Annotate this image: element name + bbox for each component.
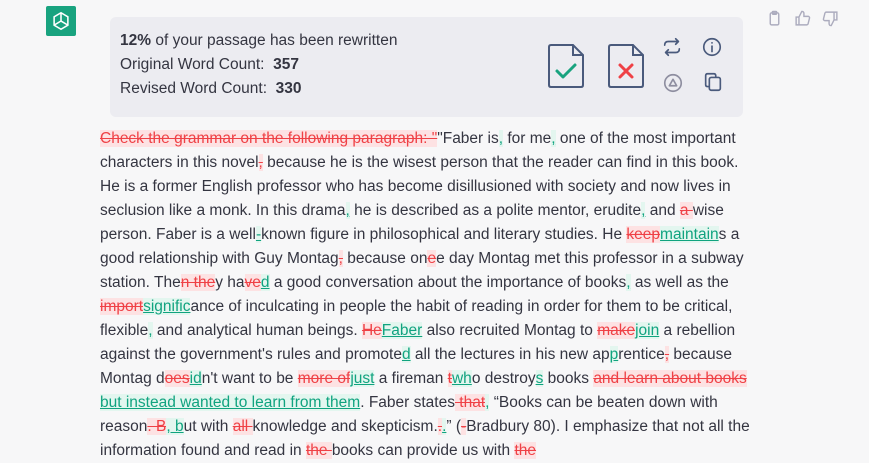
passage-text: as well as the — [630, 274, 729, 291]
rewrite-percent: 12% — [120, 32, 152, 49]
passage-text: and — [645, 202, 680, 219]
passage-text: . Faber states — [360, 394, 455, 411]
passage-text: for me — [503, 130, 552, 147]
rewrite-summary-panel: 12% of your passage has been rewritten O… — [110, 17, 743, 117]
passage-text: books — [543, 370, 594, 387]
thumbs-up-icon[interactable] — [794, 10, 811, 27]
inserted-text: wh — [451, 370, 472, 387]
deleted-text: make — [597, 322, 636, 339]
passage-text: ut with — [183, 418, 233, 435]
deleted-text: . B — [147, 418, 167, 435]
deleted-text: import — [100, 298, 144, 315]
passage-text: because on — [342, 250, 428, 267]
passage-text: books can provide us with — [331, 442, 515, 459]
deleted-text: He — [361, 322, 382, 339]
passage-text: a good conversation about the importance… — [269, 274, 627, 291]
thumbs-down-icon[interactable] — [822, 10, 839, 27]
stop-icon[interactable] — [662, 72, 684, 94]
regenerate-icon[interactable] — [661, 36, 683, 58]
inserted-text: maintain — [660, 226, 719, 243]
deleted-text: the — [514, 442, 537, 459]
inserted-text: d — [260, 274, 270, 291]
rewrite-percent-text: of your passage has been rewritten — [151, 32, 398, 49]
rewrite-stats: 12% of your passage has been rewritten O… — [120, 29, 397, 101]
deleted-text: a — [679, 202, 693, 219]
deleted-text: that — [454, 394, 486, 411]
deleted-text: the — [305, 442, 332, 459]
message-actions — [766, 10, 839, 27]
deleted-text: keep — [626, 226, 661, 243]
deleted-text: oes — [164, 370, 190, 387]
inserted-text: just — [350, 370, 375, 387]
deleted-text: more of — [297, 370, 351, 387]
chatgpt-avatar — [46, 6, 76, 36]
inserted-text: , b — [166, 418, 184, 435]
passage-text: all the lectures in his new ap — [410, 346, 610, 363]
original-word-count-value: 357 — [273, 56, 299, 73]
passage-text: "Faber is — [437, 130, 499, 147]
deleted-text: e — [427, 250, 437, 267]
original-word-count: Original Word Count: 357 — [120, 53, 397, 77]
original-word-count-label: Original Word Count: — [120, 56, 265, 73]
passage-text: y ha — [215, 274, 245, 291]
reject-document-icon[interactable] — [607, 43, 645, 89]
passage-text: ” ( — [446, 418, 462, 435]
passage-text: knowledge and skepticism. — [252, 418, 438, 435]
info-icon[interactable] — [701, 36, 723, 58]
accept-document-icon[interactable] — [547, 43, 585, 89]
deleted-text: Check the grammar on the following parag… — [100, 130, 438, 147]
passage-text: o destroy — [471, 370, 536, 387]
rewrite-percent-line: 12% of your passage has been rewritten — [120, 29, 397, 53]
inserted-text: signific — [143, 298, 191, 315]
rewritten-passage: Check the grammar on the following parag… — [100, 127, 760, 463]
passage-text: rentice — [618, 346, 665, 363]
passage-text: and analytical human beings. — [152, 322, 362, 339]
passage-text: also recruited Montag to — [422, 322, 598, 339]
revised-word-count-label: Revised Word Count: — [120, 80, 268, 97]
deleted-text: and learn about books — [593, 370, 747, 387]
revised-word-count-value: 330 — [275, 80, 302, 97]
inserted-text: join — [635, 322, 660, 339]
deleted-text: all — [232, 418, 253, 435]
chatgpt-logo-icon — [53, 11, 69, 31]
deleted-text: ve — [244, 274, 261, 291]
passage-text: he is described as a polite mentor, erud… — [349, 202, 642, 219]
passage-text: n't want to be — [201, 370, 298, 387]
clipboard-icon[interactable] — [766, 10, 783, 27]
inserted-text: id — [189, 370, 202, 387]
inserted-text: but instead wanted to learn from them — [100, 394, 361, 411]
inserted-text: d — [401, 346, 411, 363]
passage-text: a fireman — [374, 370, 448, 387]
revised-word-count: Revised Word Count: 330 — [120, 77, 397, 101]
deleted-text: n the — [180, 274, 216, 291]
inserted-text: Faber — [381, 322, 423, 339]
copy-icon[interactable] — [702, 71, 724, 93]
passage-text: known figure in philosophical and litera… — [261, 226, 627, 243]
inserted-text: p — [609, 346, 619, 363]
